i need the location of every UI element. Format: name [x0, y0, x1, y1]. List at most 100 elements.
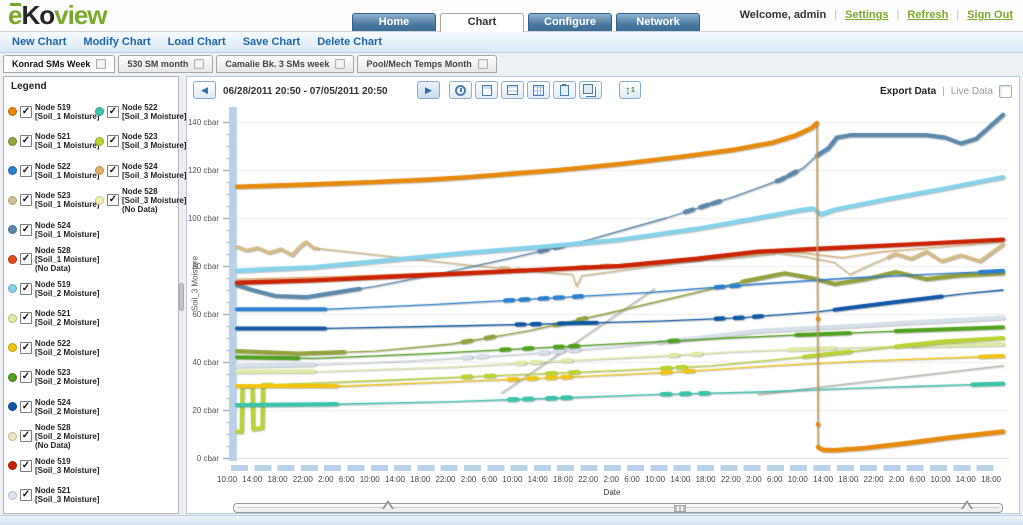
x-tick-label: 2:00: [318, 475, 334, 484]
chart-tab-label: Pool/Mech Temps Month: [366, 59, 471, 69]
legend-item-label: Node 524[Soil_3 Moisture]: [122, 162, 186, 180]
x-tick-label: 10:00: [645, 475, 665, 484]
y-tick-label: 20 cbar: [192, 406, 219, 415]
legend-color-dot: [95, 196, 104, 205]
x-tick-label: 2:00: [461, 475, 477, 484]
tab-configure[interactable]: Configure: [528, 13, 612, 31]
legend-checkbox[interactable]: ✓: [20, 283, 32, 295]
y-tick-label: 120 cbar: [188, 166, 219, 175]
x-tick-label: 6:00: [339, 475, 355, 484]
chart-tab-close-icon[interactable]: [96, 59, 106, 69]
legend-scrollbar-handle[interactable]: [179, 283, 184, 311]
slider-right-handle[interactable]: [961, 500, 973, 509]
legend-checkbox[interactable]: ✓: [107, 135, 119, 147]
x-tick-label: 14:00: [670, 475, 690, 484]
legend-checkbox[interactable]: ✓: [20, 253, 32, 265]
zoom-day-icon: [482, 85, 492, 96]
slider-left-handle[interactable]: [382, 500, 394, 509]
legend-checkbox[interactable]: ✓: [107, 194, 119, 206]
legend-item: ✓Node 521[Soil_2 Moisture]: [8, 304, 94, 334]
new-chart-link[interactable]: New Chart: [12, 36, 66, 48]
zoom-month-button[interactable]: [527, 81, 550, 99]
legend-item: ✓Node 528[Soil_1 Moisture](No Data): [8, 245, 94, 275]
legend-checkbox[interactable]: ✓: [20, 489, 32, 501]
legend-item-label: Node 528[Soil_1 Moisture](No Data): [35, 246, 99, 273]
legend-checkbox[interactable]: ✓: [20, 342, 32, 354]
legend-checkbox[interactable]: ✓: [20, 135, 32, 147]
x-tick-label: 10:00: [788, 475, 808, 484]
legend-color-dot: [95, 166, 104, 175]
live-data-checkbox[interactable]: [999, 85, 1012, 98]
x-tick-label: 14:00: [528, 475, 548, 484]
zoom-week-icon: [507, 85, 518, 95]
zoom-week-button[interactable]: [501, 81, 524, 99]
legend-checkbox[interactable]: ✓: [20, 460, 32, 472]
legend-item: ✓Node 523[Soil_1 Moisture]: [8, 186, 94, 216]
logo-letters-view: view: [54, 0, 106, 30]
logo-letter-e: e: [8, 0, 21, 30]
legend-checkbox[interactable]: ✓: [20, 312, 32, 324]
x-tick-label: 2:00: [746, 475, 762, 484]
tab-chart[interactable]: Chart: [440, 13, 524, 32]
y-tick-label: 40 cbar: [192, 358, 219, 367]
slider-inner-line: [237, 507, 999, 508]
legend-checkbox[interactable]: ✓: [20, 430, 32, 442]
x-tick-label: 10:00: [930, 475, 950, 484]
legend-checkbox[interactable]: ✓: [20, 106, 32, 118]
user-link-sign-out[interactable]: Sign Out: [967, 9, 1013, 21]
save-chart-link[interactable]: Save Chart: [243, 36, 300, 48]
legend-checkbox[interactable]: ✓: [20, 194, 32, 206]
legend-item-label: Node 524[Soil_1 Moisture]: [35, 221, 99, 239]
chart-plot-area[interactable]: [223, 105, 1009, 467]
legend-checkbox[interactable]: ✓: [20, 224, 32, 236]
zoom-year-button[interactable]: [579, 81, 602, 99]
x-axis-title: Date: [225, 488, 999, 497]
tab-network[interactable]: Network: [616, 13, 700, 31]
y-axis-title: Soil_3 Moisture: [191, 249, 200, 319]
time-range-slider-track[interactable]: [233, 503, 1003, 513]
user-link-settings[interactable]: Settings: [845, 9, 888, 21]
export-data-link[interactable]: Export Data: [880, 86, 936, 97]
load-chart-link[interactable]: Load Chart: [168, 36, 226, 48]
x-tick-label: 10:00: [360, 475, 380, 484]
chart-tab-close-icon[interactable]: [335, 59, 345, 69]
legend-item-label: Node 522[Soil_1 Moisture]: [35, 162, 99, 180]
x-axis-labels: 10:0014:0018:0022:002:006:0010:0014:0018…: [217, 475, 1001, 484]
legend-color-dot: [8, 491, 17, 500]
chart-tab-close-icon[interactable]: [194, 59, 204, 69]
chart-tab-close-icon[interactable]: [478, 59, 488, 69]
chart-tab[interactable]: 530 SM month: [118, 55, 213, 73]
legend-color-dot: [8, 461, 17, 470]
y-tick-label: 100 cbar: [188, 214, 219, 223]
zoom-quarter-button[interactable]: [553, 81, 576, 99]
next-period-button[interactable]: ▶: [417, 81, 440, 99]
chart-tab[interactable]: Pool/Mech Temps Month: [357, 55, 496, 73]
legend-checkbox[interactable]: ✓: [20, 401, 32, 413]
legend-checkbox[interactable]: ✓: [20, 371, 32, 383]
legend-checkbox[interactable]: ✓: [107, 106, 119, 118]
legend-item-label: Node 528[Soil_3 Moisture](No Data): [122, 187, 186, 214]
legend-color-dot: [8, 314, 17, 323]
x-tick-label: 6:00: [624, 475, 640, 484]
legend-checkbox[interactable]: ✓: [107, 165, 119, 177]
user-links: |Settings|Refresh|Sign Out: [826, 9, 1013, 21]
tab-home[interactable]: Home: [352, 13, 436, 31]
chart-tab[interactable]: Konrad SMs Week: [3, 55, 115, 73]
chevron-right-icon: ▶: [425, 86, 432, 95]
delete-chart-link[interactable]: Delete Chart: [317, 36, 382, 48]
legend-item-label: Node 519[Soil_3 Moisture]: [35, 457, 99, 475]
user-link-refresh[interactable]: Refresh: [907, 9, 948, 21]
separator: |: [834, 9, 837, 21]
legend-checkbox[interactable]: ✓: [20, 165, 32, 177]
legend-color-dot: [8, 402, 17, 411]
chart-tab[interactable]: Camalie Bk. 3 SMs week: [216, 55, 354, 73]
zoom-day-button[interactable]: [475, 81, 498, 99]
legend-item-label: Node 523[Soil_3 Moisture]: [122, 132, 186, 150]
x-tick-label: 18:00: [838, 475, 858, 484]
zoom-hour-button[interactable]: [449, 81, 472, 99]
autoscale-button[interactable]: ↕1: [619, 81, 641, 99]
legend-item: ✓Node 522[Soil_1 Moisture]: [8, 156, 94, 186]
legend-item-label: Node 519[Soil_1 Moisture]: [35, 103, 99, 121]
modify-chart-link[interactable]: Modify Chart: [83, 36, 150, 48]
slider-grip-handle[interactable]: [674, 505, 686, 512]
